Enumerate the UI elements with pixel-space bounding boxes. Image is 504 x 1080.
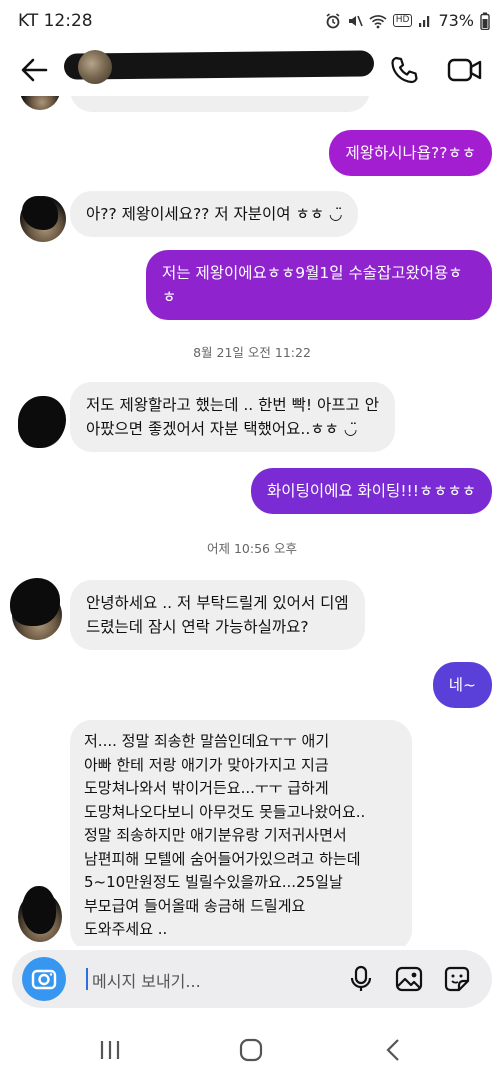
message-bubble-incoming[interactable]: 저.... 정말 죄송한 말씀인데요ㅜㅜ 애기 아빠 한테 저랑 애기가 맞아가… bbox=[70, 720, 412, 946]
sender-avatar bbox=[20, 96, 60, 110]
timestamp: 8월 21일 오전 11:22 bbox=[193, 345, 311, 360]
gallery-icon[interactable] bbox=[394, 964, 424, 994]
message-bubble-partial bbox=[70, 96, 370, 112]
status-time: KT 12:28 bbox=[18, 11, 93, 31]
message-bubble-outgoing[interactable]: 저는 제왕이에요ㅎㅎ9월1일 수술잡고왔어용ㅎ ㅎ bbox=[146, 250, 492, 320]
recent-apps-icon[interactable] bbox=[96, 1038, 124, 1062]
sticker-icon[interactable] bbox=[442, 964, 472, 994]
phone-icon[interactable] bbox=[388, 54, 420, 86]
message-bubble-outgoing[interactable]: 네~ bbox=[432, 662, 492, 708]
battery-icon bbox=[480, 12, 490, 30]
status-bar: KT 12:28 HD 73% bbox=[0, 0, 504, 44]
video-icon[interactable] bbox=[446, 54, 484, 86]
message-input[interactable]: 메시지 보내기... bbox=[92, 968, 201, 992]
chat-header bbox=[0, 44, 504, 96]
wifi-icon bbox=[369, 14, 387, 28]
timestamp: 어제 10:56 오후 bbox=[207, 541, 297, 556]
message-bubble-outgoing[interactable]: 제왕하시나욥??ㅎㅎ bbox=[329, 130, 492, 176]
text-cursor bbox=[86, 968, 88, 990]
message-bubble-outgoing[interactable]: 화이팅이에요 화이팅!!!ㅎㅎㅎㅎ bbox=[251, 468, 492, 514]
message-composer: 메시지 보내기... bbox=[12, 950, 492, 1008]
message-bubble-incoming[interactable]: 안녕하세요 .. 저 부탁드릴게 있어서 디엠 드렸는데 잠시 연락 가능하실까… bbox=[70, 580, 365, 650]
home-icon[interactable] bbox=[237, 1038, 265, 1062]
camera-icon bbox=[31, 969, 57, 990]
back-arrow-icon[interactable] bbox=[18, 54, 50, 86]
back-icon[interactable] bbox=[380, 1038, 408, 1062]
header-avatar[interactable] bbox=[78, 50, 112, 84]
camera-button[interactable] bbox=[22, 957, 66, 1001]
battery-label: 73% bbox=[438, 11, 474, 30]
mute-icon bbox=[348, 15, 363, 26]
signal-icon bbox=[419, 15, 430, 27]
alarm-icon bbox=[326, 12, 340, 28]
message-bubble-incoming[interactable]: 아?? 제왕이세요?? 저 자분이여 ㅎㅎ ◡̈ bbox=[70, 191, 359, 237]
system-nav-bar bbox=[0, 1020, 504, 1080]
message-thread[interactable]: 제왕하시나욥??ㅎㅎ 아?? 제왕이세요?? 저 자분이여 ㅎㅎ ◡̈ 저는 제… bbox=[0, 96, 504, 946]
microphone-icon[interactable] bbox=[346, 964, 376, 994]
hd-icon: HD bbox=[392, 14, 413, 27]
message-bubble-incoming[interactable]: 저도 제왕할라고 했는데 .. 한번 빡! 아프고 안 아팠으면 좋겠어서 자분… bbox=[70, 382, 395, 452]
